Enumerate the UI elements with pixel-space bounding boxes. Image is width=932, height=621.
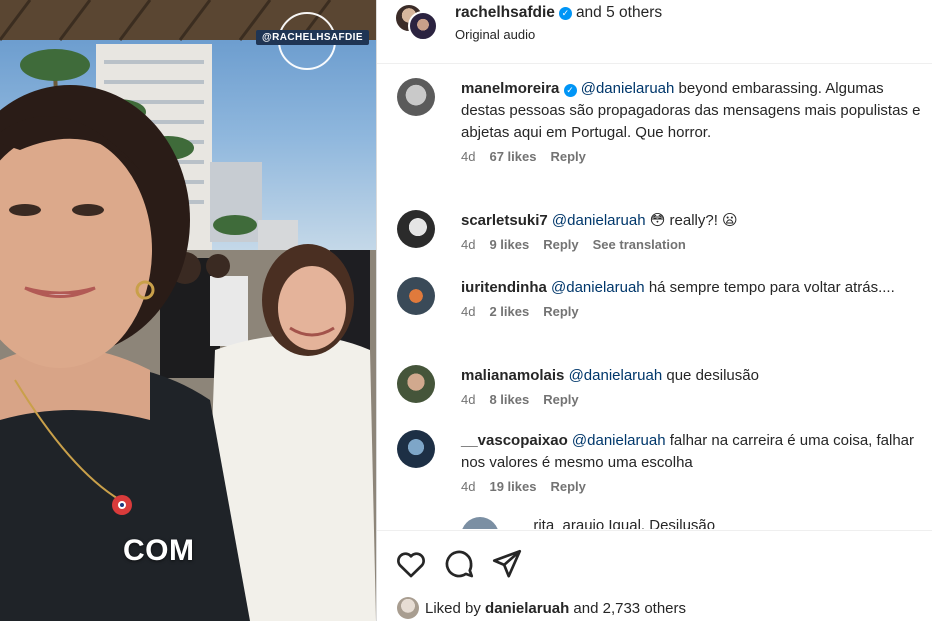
- comment-username[interactable]: __vascopaixao: [461, 432, 568, 449]
- commenter-avatar[interactable]: [461, 517, 499, 529]
- reply-button[interactable]: Reply: [543, 392, 578, 407]
- liked-by: Liked by danielaruah and 2,733 others: [397, 597, 686, 619]
- comment-likes[interactable]: 67 likes: [489, 149, 536, 164]
- audio-link[interactable]: Original audio: [455, 27, 535, 42]
- comment-text: __vascopaixao @danielaruah falhar na car…: [461, 430, 921, 474]
- comment-item: manelmoreira ✓ @danielaruah beyond embar…: [397, 78, 921, 164]
- video-watermark: @RACHELHSAFDIE: [256, 30, 369, 45]
- comment-time: 4d: [461, 149, 476, 164]
- commenter-avatar[interactable]: [397, 78, 435, 116]
- comment-text: scarletsuki7 @danielaruah 😳 really?! 😦: [461, 210, 921, 232]
- comment-likes[interactable]: 9 likes: [489, 237, 529, 252]
- comment-likes[interactable]: 19 likes: [489, 479, 536, 494]
- verified-badge-icon: ✓: [558, 6, 572, 20]
- partial-comment: _rita_araujo Igual. Desilusão: [525, 517, 716, 529]
- comment-item: __vascopaixao @danielaruah falhar na car…: [397, 430, 921, 494]
- heart-icon[interactable]: [394, 547, 428, 581]
- comment-likes[interactable]: 2 likes: [489, 304, 529, 319]
- reply-button[interactable]: Reply: [543, 304, 578, 319]
- reply-button[interactable]: Reply: [543, 237, 578, 252]
- comment-text: iuritendinha @danielaruah há sempre temp…: [461, 277, 921, 299]
- comment-item: scarletsuki7 @danielaruah 😳 really?! 😦 4…: [397, 210, 921, 252]
- comment-body: que desilusão: [662, 367, 759, 384]
- comment-icon[interactable]: [442, 547, 476, 581]
- commenter-avatar[interactable]: [397, 210, 435, 248]
- post-media[interactable]: @RACHELHSAFDIE COM: [0, 0, 376, 621]
- comment-meta: 4d 67 likes Reply: [461, 149, 921, 164]
- comment-time: 4d: [461, 237, 476, 252]
- comment-username[interactable]: manelmoreira: [461, 80, 559, 97]
- comment-username[interactable]: malianamolais: [461, 367, 564, 384]
- commenter-avatar[interactable]: [397, 277, 435, 315]
- comment-likes[interactable]: 8 likes: [489, 392, 529, 407]
- commenter-avatar[interactable]: [397, 430, 435, 468]
- comment-text: manelmoreira ✓ @danielaruah beyond embar…: [461, 78, 921, 144]
- comment-username[interactable]: iuritendinha: [461, 279, 547, 296]
- video-caption: COM: [123, 534, 195, 567]
- post-actions: Liked by danielaruah and 2,733 others: [377, 530, 932, 621]
- comment-mention[interactable]: @danielaruah: [572, 432, 666, 449]
- comment-body: há sempre tempo para voltar atrás....: [644, 279, 895, 296]
- comment-time: 4d: [461, 304, 476, 319]
- comment-username[interactable]: scarletsuki7: [461, 212, 548, 229]
- comment-mention[interactable]: @danielaruah: [581, 80, 675, 97]
- comment-meta: 4d 9 likes Reply See translation: [461, 237, 921, 252]
- likes-count[interactable]: and 2,733 others: [569, 600, 686, 617]
- reply-button[interactable]: Reply: [550, 149, 585, 164]
- comment-time: 4d: [461, 479, 476, 494]
- comment-text: malianamolais @danielaruah que desilusão: [461, 365, 921, 387]
- collaborators-link[interactable]: and 5 others: [576, 4, 662, 22]
- comment-time: 4d: [461, 392, 476, 407]
- comment-mention[interactable]: @danielaruah: [552, 212, 646, 229]
- comment-item: malianamolais @danielaruah que desilusão…: [397, 365, 921, 407]
- comment-meta: 4d 19 likes Reply: [461, 479, 921, 494]
- liker-username[interactable]: danielaruah: [485, 600, 569, 617]
- header-authors: rachelhsafdie ✓ and 5 others: [455, 4, 662, 22]
- author-username[interactable]: rachelhsafdie: [455, 4, 555, 22]
- liker-avatar[interactable]: [397, 597, 419, 619]
- see-translation-button[interactable]: See translation: [593, 237, 686, 252]
- video-frame: [0, 0, 376, 621]
- comment-body: 😳 really?! 😦: [645, 212, 738, 229]
- liked-by-prefix: Liked by: [425, 599, 486, 617]
- comment-meta: 4d 8 likes Reply: [461, 392, 921, 407]
- collaborator-avatar[interactable]: [408, 11, 438, 41]
- post-header: rachelhsafdie ✓ and 5 others Original au…: [377, 0, 932, 64]
- commenter-avatar[interactable]: [397, 365, 435, 403]
- comment-mention[interactable]: @danielaruah: [551, 279, 645, 296]
- comments-list[interactable]: manelmoreira ✓ @danielaruah beyond embar…: [377, 65, 932, 529]
- comment-meta: 4d 2 likes Reply: [461, 304, 921, 319]
- comment-mention[interactable]: @danielaruah: [569, 367, 663, 384]
- share-icon[interactable]: [490, 547, 524, 581]
- comment-item: iuritendinha @danielaruah há sempre temp…: [397, 277, 921, 319]
- verified-badge-icon: ✓: [563, 84, 577, 97]
- reply-button[interactable]: Reply: [550, 479, 585, 494]
